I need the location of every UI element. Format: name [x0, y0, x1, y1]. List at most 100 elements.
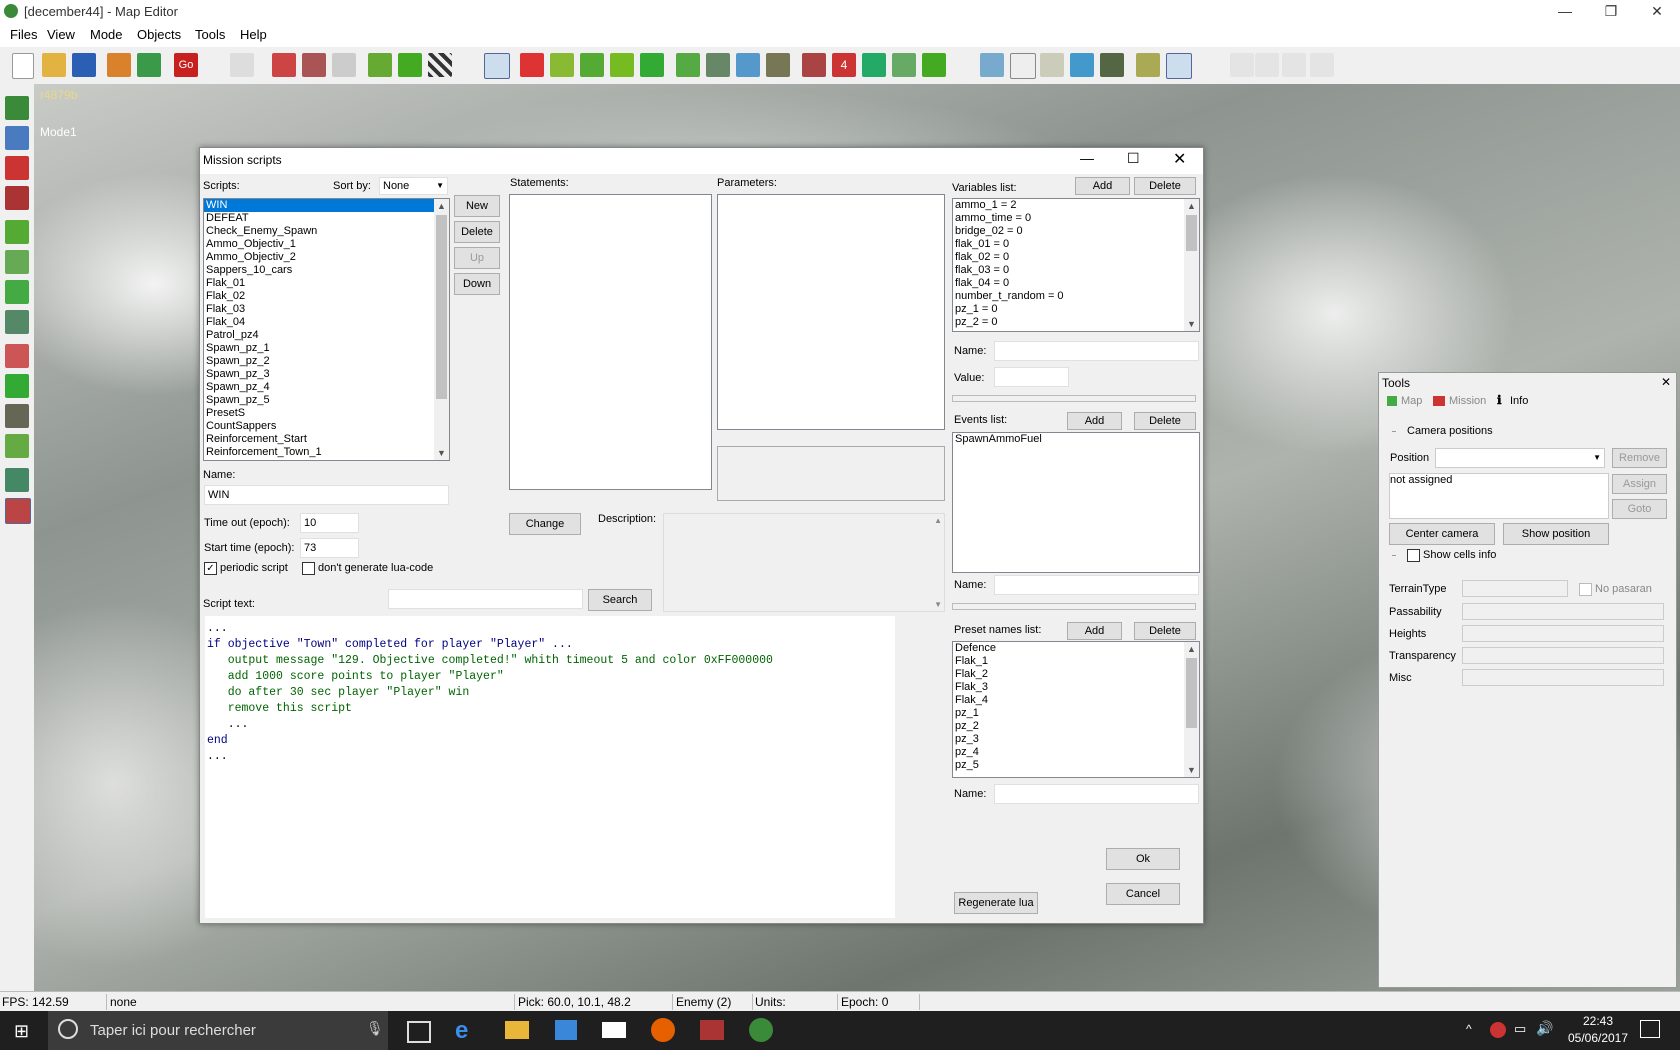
- script-text-area[interactable]: ... if objective "Town" completed for pla…: [205, 616, 895, 918]
- list-item[interactable]: Flak_01: [204, 277, 449, 290]
- scroll-down-icon[interactable]: ▼: [434, 446, 449, 460]
- pointer-icon[interactable]: [484, 53, 510, 79]
- list-item[interactable]: bridge_02 = 0: [953, 225, 1199, 238]
- script-name-input[interactable]: WIN: [204, 485, 449, 505]
- periodic-checkbox[interactable]: ✓: [204, 562, 217, 575]
- list-item[interactable]: WIN: [204, 199, 449, 212]
- list-item[interactable]: Reinforcement_Town_1: [204, 446, 449, 459]
- statements-list[interactable]: [509, 194, 712, 490]
- new-script-button[interactable]: New: [454, 195, 500, 217]
- preset-name-input[interactable]: [994, 784, 1199, 804]
- no-lua-checkbox[interactable]: [302, 562, 315, 575]
- road-tool-icon[interactable]: [5, 344, 29, 368]
- heart-icon[interactable]: [520, 53, 544, 77]
- unit-icon[interactable]: [302, 53, 326, 77]
- goto-button[interactable]: Goto: [1612, 499, 1667, 519]
- undo-icon[interactable]: [230, 53, 254, 77]
- group-tool-icon[interactable]: [5, 404, 29, 428]
- list-item[interactable]: Defence: [953, 642, 1199, 655]
- house-icon[interactable]: [107, 53, 131, 77]
- ok-button[interactable]: Ok: [1106, 848, 1180, 870]
- grass-icon[interactable]: [640, 53, 664, 77]
- remove-button[interactable]: Remove: [1612, 448, 1667, 468]
- search-input[interactable]: [388, 589, 583, 609]
- grid-tool-icon[interactable]: [5, 220, 29, 244]
- map-tool-icon[interactable]: [5, 250, 29, 274]
- scroll-up-icon[interactable]: ▲: [1184, 199, 1199, 213]
- scroll-up-icon[interactable]: ▲: [434, 199, 449, 213]
- scroll-down-icon[interactable]: ▼: [934, 600, 942, 609]
- list-item[interactable]: Check_Enemy_Spawn: [204, 225, 449, 238]
- parameters-list[interactable]: [717, 194, 945, 430]
- tab-mission[interactable]: Mission: [1449, 395, 1486, 407]
- event-name-input[interactable]: [994, 575, 1199, 595]
- road-icon[interactable]: [580, 53, 604, 77]
- events-list[interactable]: SpawnAmmoFuel: [952, 432, 1200, 573]
- cancel-button[interactable]: Cancel: [1106, 883, 1180, 905]
- notifications-icon[interactable]: [1640, 1020, 1660, 1038]
- file-explorer-icon[interactable]: [505, 1021, 529, 1039]
- list-item[interactable]: Spawn_pz_2: [204, 355, 449, 368]
- units-icon[interactable]: [802, 53, 826, 77]
- list-item[interactable]: Flak_1: [953, 655, 1199, 668]
- list-item[interactable]: pz_1: [953, 707, 1199, 720]
- map-icon[interactable]: [137, 53, 161, 77]
- presets-add-button[interactable]: Add: [1067, 622, 1122, 640]
- notes-icon[interactable]: [1040, 53, 1064, 77]
- building-tool-icon[interactable]: [5, 156, 29, 180]
- variables-scrollbar[interactable]: ▲ ▼: [1184, 199, 1199, 331]
- list-item[interactable]: Spawn_pz_5: [204, 394, 449, 407]
- dialog-minimize-icon[interactable]: —: [1080, 150, 1094, 166]
- list-item[interactable]: Flak_2: [953, 668, 1199, 681]
- parameter-editor[interactable]: [717, 446, 945, 501]
- show-position-button[interactable]: Show position: [1503, 523, 1609, 545]
- terrain-tool-icon[interactable]: [5, 96, 29, 120]
- measure-icon[interactable]: [1136, 53, 1160, 77]
- road-icon[interactable]: [550, 53, 574, 77]
- tab-map[interactable]: Map: [1401, 395, 1422, 407]
- list-item[interactable]: pz_5: [953, 759, 1199, 772]
- clock-time[interactable]: 22:43: [1568, 1014, 1628, 1028]
- scripts-list[interactable]: WIN DEFEAT Check_Enemy_Spawn Ammo_Objectiv_…: [203, 198, 450, 461]
- list-item[interactable]: pz_3: [953, 733, 1199, 746]
- maximize-icon[interactable]: ❐: [1588, 0, 1634, 23]
- scroll-up-icon[interactable]: ▲: [1184, 642, 1199, 656]
- checker-icon[interactable]: [428, 53, 452, 77]
- save-icon[interactable]: [72, 53, 96, 77]
- soldiers-icon[interactable]: [892, 53, 916, 77]
- go-icon[interactable]: Go: [174, 53, 198, 77]
- script-icon[interactable]: [922, 53, 946, 77]
- timeout-input[interactable]: 10: [300, 513, 359, 533]
- menu-help[interactable]: Help: [240, 27, 267, 42]
- grid-icon[interactable]: [368, 53, 392, 77]
- move-down-button[interactable]: Down: [454, 273, 500, 295]
- center-camera-button[interactable]: Center camera: [1389, 523, 1495, 545]
- tree-icon[interactable]: [676, 53, 700, 77]
- tool-icon[interactable]: [272, 53, 296, 77]
- starttime-input[interactable]: 73: [300, 538, 359, 558]
- position-select[interactable]: ▼: [1435, 448, 1605, 468]
- tools-close-icon[interactable]: ✕: [1661, 375, 1671, 389]
- list-item[interactable]: number_t_random = 0: [953, 290, 1199, 303]
- close-icon[interactable]: ✕: [1634, 0, 1680, 23]
- list-item[interactable]: SpawnAmmoFuel: [953, 433, 1199, 446]
- list-item[interactable]: Flak_02: [204, 290, 449, 303]
- landscape-icon[interactable]: [980, 53, 1004, 77]
- list-item[interactable]: Flak_4: [953, 694, 1199, 707]
- water-icon[interactable]: [736, 53, 760, 77]
- scroll-thumb[interactable]: [1186, 215, 1197, 251]
- scroll-thumb[interactable]: [436, 215, 447, 399]
- tank-icon[interactable]: [1100, 53, 1124, 77]
- terrain-icon[interactable]: [706, 53, 730, 77]
- dialog-maximize-icon[interactable]: ☐: [1127, 150, 1140, 167]
- list-item[interactable]: Spawn_pz_4: [204, 381, 449, 394]
- object-icon[interactable]: [766, 53, 790, 77]
- open-folder-icon[interactable]: [42, 53, 66, 77]
- disabled-icon[interactable]: [1255, 53, 1279, 77]
- task-view-icon[interactable]: [407, 1021, 431, 1043]
- map-editor-taskbar-icon[interactable]: [749, 1018, 773, 1042]
- list-item[interactable]: flak_02 = 0: [953, 251, 1199, 264]
- tray-icon[interactable]: [1490, 1022, 1506, 1038]
- minimize-icon[interactable]: —: [1542, 0, 1588, 23]
- terrain-icon[interactable]: [610, 53, 634, 77]
